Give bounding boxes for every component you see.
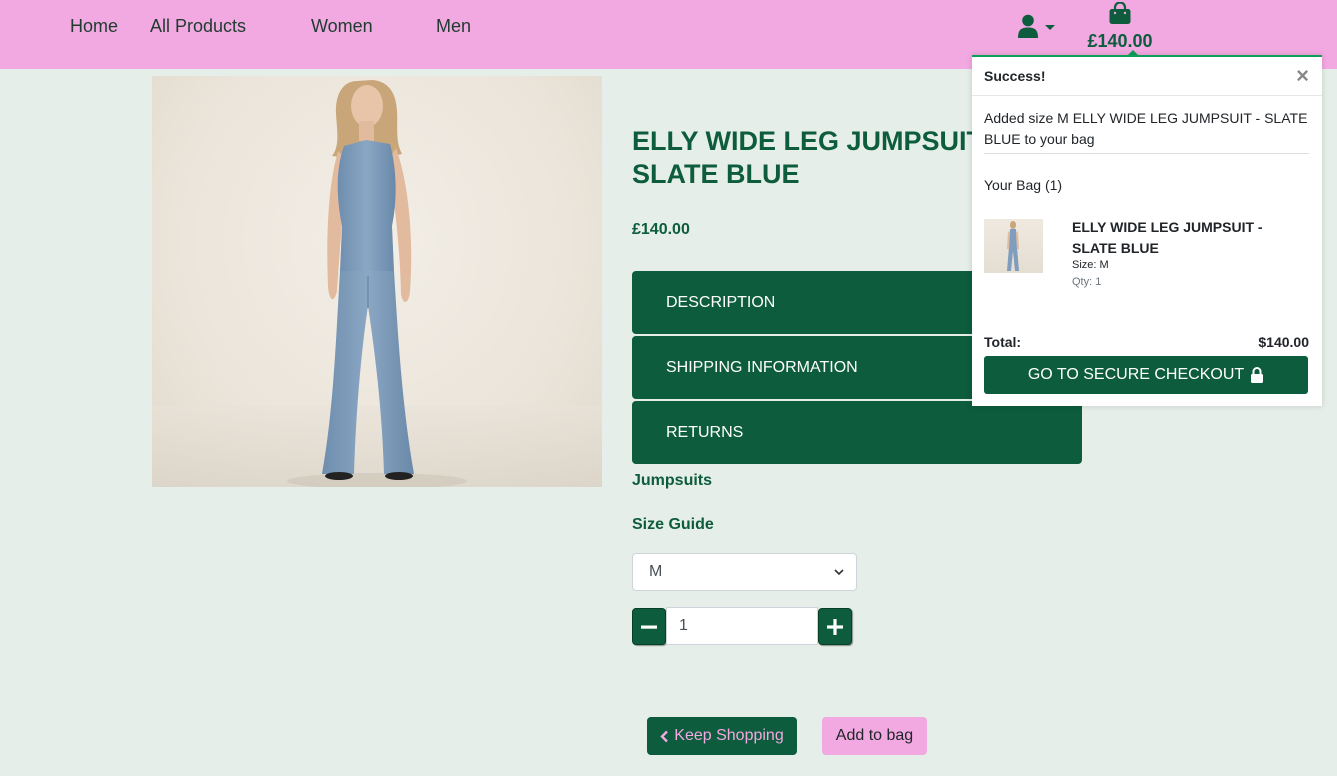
user-icon (1018, 14, 1038, 38)
nav-home[interactable]: Home (70, 16, 118, 37)
bag-item-name: ELLY WIDE LEG JUMPSUIT - SLATE BLUE (1072, 219, 1263, 256)
chevron-left-icon (660, 730, 669, 742)
nav-all-products[interactable]: All Products (150, 16, 246, 37)
bag-total-label: Total: (984, 334, 1022, 350)
accordion-returns[interactable]: RETURNS (632, 401, 1082, 464)
toast-message: Added size M ELLY WIDE LEG JUMPSUIT - SL… (984, 110, 1308, 147)
keep-shopping-button[interactable]: Keep Shopping (647, 717, 797, 755)
secure-checkout-button[interactable]: GO TO SECURE CHECKOUT (984, 356, 1308, 394)
bag-item-thumbnail (984, 219, 1043, 273)
size-select-value: M (649, 563, 663, 580)
quantity-decrement-button[interactable] (632, 608, 666, 645)
nav-men[interactable]: Men (436, 16, 471, 37)
product-image[interactable] (152, 76, 602, 487)
shopping-bag-link[interactable]: £140.00 (1084, 1, 1156, 52)
bag-total: £140.00 (1087, 31, 1153, 51)
quantity-input[interactable]: 1 (666, 607, 818, 645)
size-guide-link[interactable]: Size Guide (632, 516, 714, 534)
product-category-link[interactable]: Jumpsuits (632, 472, 712, 490)
success-toast: Success! × Added size M ELLY WIDE LEG JU… (972, 55, 1322, 406)
keep-shopping-label: Keep Shopping (674, 727, 784, 744)
bag-item-size: Size: M (1072, 259, 1109, 271)
size-select[interactable]: M (632, 553, 857, 591)
bag-item-qty: Qty: 1 (1072, 276, 1102, 288)
jumpsuit-model-illustration (152, 80, 602, 487)
lock-icon (1251, 367, 1264, 383)
toast-header: Success! × (972, 57, 1322, 96)
bag-count: Your Bag (1) (984, 177, 1063, 193)
chevron-down-icon (834, 569, 844, 576)
quantity-increment-button[interactable] (818, 608, 852, 645)
secure-checkout-label: GO TO SECURE CHECKOUT (1027, 366, 1245, 383)
close-icon[interactable]: × (1296, 65, 1309, 87)
chevron-down-icon (1045, 24, 1055, 30)
account-menu-toggle[interactable] (1017, 14, 1055, 38)
shopping-bag-icon (1109, 1, 1131, 24)
minus-icon (641, 625, 657, 629)
plus-icon (827, 618, 843, 635)
toast-divider (984, 153, 1309, 154)
nav-women[interactable]: Women (311, 16, 373, 37)
bag-total-value: $140.00 (1258, 334, 1309, 350)
toast-title: Success! (984, 68, 1046, 84)
add-to-bag-button[interactable]: Add to bag (822, 717, 927, 755)
product-price: £140.00 (632, 221, 690, 238)
